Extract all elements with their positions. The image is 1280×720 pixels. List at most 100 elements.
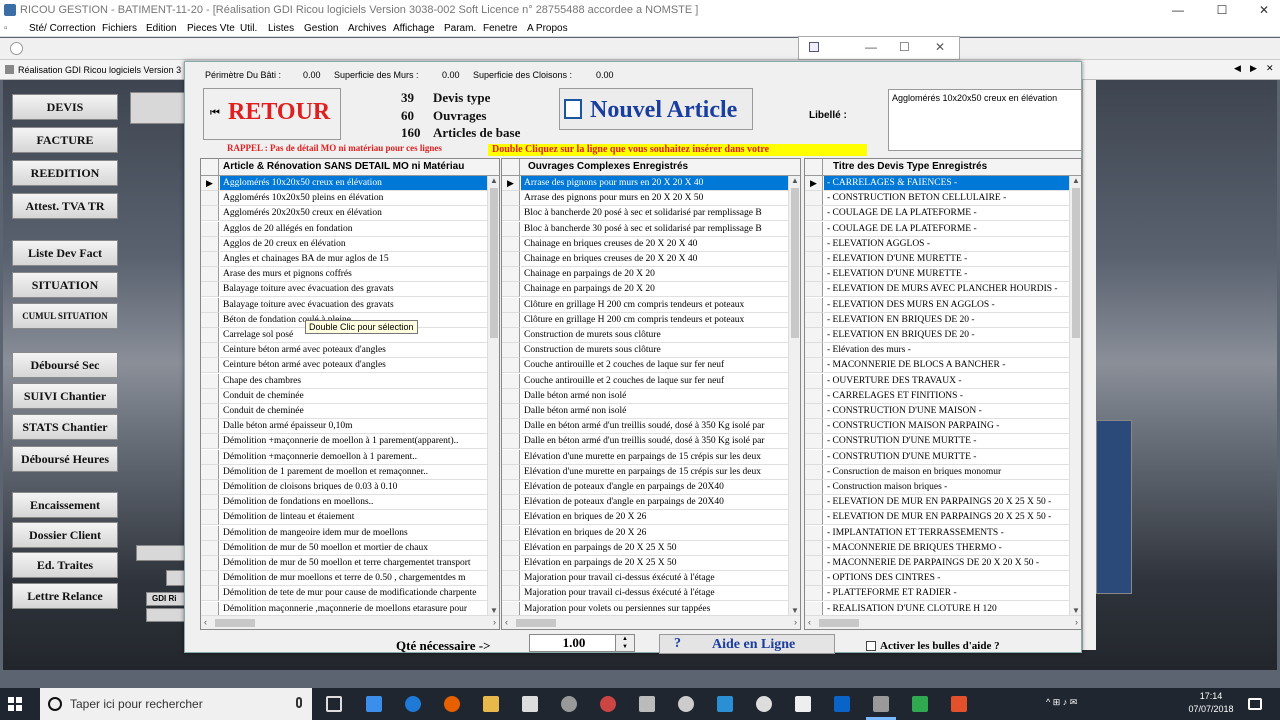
row-indicator[interactable] (502, 373, 520, 389)
row-indicator[interactable] (201, 388, 219, 404)
table-row[interactable]: Majoration pour travail ci-dessus éxécut… (502, 586, 788, 602)
tab-next-icon[interactable]: ▶ (1250, 63, 1257, 74)
table-row[interactable]: Chainage en briques creuses de 20 X 20 X… (502, 252, 788, 267)
table-row[interactable]: - MACONNERIE DE PARPAINGS DE 20 X 20 X 5… (805, 556, 1069, 571)
table-row[interactable]: Démolition de mur de 50 moellon et morti… (201, 540, 487, 556)
outlook-icon[interactable] (834, 696, 850, 712)
table-cell[interactable]: Majoration pour travail ci-dessus éxécut… (521, 586, 788, 602)
table-row[interactable]: - CONSTRUTION D'UNE MURTTE - (805, 434, 1069, 450)
row-indicator[interactable] (201, 510, 219, 526)
menu-fichiers[interactable]: Fichiers (102, 23, 137, 34)
table-cell[interactable]: - CARRELAGES ET FINITIONS - (824, 389, 1069, 404)
table-cell[interactable]: - OPTIONS DES CINTRES - (824, 571, 1069, 587)
menu-fenetre[interactable]: Fenetre (483, 23, 517, 34)
table-row[interactable]: Conduit de cheminée (201, 404, 487, 419)
table-cell[interactable]: Chainage en briques creuses de 20 X 20 X… (521, 252, 788, 267)
row-indicator[interactable] (502, 510, 520, 526)
notification-icon[interactable] (1248, 698, 1262, 710)
row-indicator[interactable] (502, 540, 520, 556)
table-row[interactable]: - ELEVATION DE MUR EN PARPAINGS 20 X 25 … (805, 510, 1069, 526)
table-row[interactable]: Elévation d'une murette en parpaings de … (502, 464, 788, 480)
table-cell[interactable]: - CONSTRUCTION MAISON PARPAING - (824, 419, 1069, 435)
table-cell[interactable]: - ELEVATION DE MURS AVEC PLANCHER HOURDI… (824, 282, 1069, 298)
table-cell[interactable]: Conduit de cheminée (220, 404, 487, 419)
row-indicator[interactable] (201, 571, 219, 587)
table-row[interactable]: Arase des murs et pignons coffrés (201, 267, 487, 283)
edge-icon[interactable] (405, 696, 421, 712)
table-cell[interactable]: Agglomérés 10x20x50 pleins en élévation (220, 191, 487, 207)
table-row[interactable]: Démolition de linteau et étaiement (201, 510, 487, 526)
table-cell[interactable]: - COULAGE DE LA PLATEFORME - (824, 222, 1069, 237)
nouvel-article-button[interactable]: Nouvel Article (559, 88, 753, 130)
table-row[interactable]: Couche antirouille et 2 couches de laque… (502, 373, 788, 389)
row-indicator[interactable] (805, 525, 823, 541)
bulles-aide-toggle[interactable]: Activer les bulles d'aide ? (866, 640, 1000, 652)
table-cell[interactable]: - IMPLANTATION ET TERRASSEMENTS - (824, 526, 1069, 541)
document-tab[interactable]: Réalisation GDI Ricou logiciels Version … (18, 65, 181, 75)
row-indicator[interactable] (201, 495, 219, 511)
table-cell[interactable]: Conduit de cheminée (220, 389, 487, 404)
row-indicator[interactable] (502, 328, 520, 343)
dossier-client-button[interactable]: Dossier Client (12, 522, 118, 548)
taskbar-search[interactable]: Taper ici pour rechercher (40, 688, 312, 720)
qty-spinner[interactable]: ▲ ▼ (615, 634, 635, 652)
table-cell[interactable]: - ELEVATION EN BRIQUES DE 20 - (824, 313, 1069, 328)
close-button[interactable]: ✕ (1254, 2, 1274, 18)
table-cell[interactable]: - PLATTEFORME ET RADIER - (824, 586, 1069, 602)
row-indicator[interactable] (201, 252, 219, 267)
table-row[interactable]: Démolition de cloisons briques de 0.03 à… (201, 480, 487, 495)
row-indicator[interactable] (805, 449, 823, 465)
row-indicator[interactable] (201, 373, 219, 389)
table-cell[interactable]: Balayage toiture avec évacuation des gra… (220, 298, 487, 313)
hidden-button[interactable] (166, 570, 186, 586)
windows-start-icon[interactable] (8, 697, 22, 711)
table-row[interactable]: Conduit de cheminée (201, 388, 487, 404)
row-indicator[interactable] (201, 297, 219, 313)
app-icon[interactable] (366, 696, 382, 712)
row-indicator[interactable] (502, 221, 520, 237)
table-row[interactable]: - MACONNERIE DE BRIQUES THERMO - (805, 540, 1069, 556)
row-selector-icon[interactable]: ▶ (201, 176, 219, 191)
row-indicator[interactable] (201, 480, 219, 495)
row-indicator[interactable] (502, 252, 520, 267)
row-indicator[interactable] (201, 419, 219, 435)
table-cell[interactable]: Démolition +maçonnerie de moellon à 1 pa… (220, 434, 487, 450)
task-view-icon[interactable] (326, 696, 342, 712)
row-indicator[interactable] (502, 191, 520, 207)
row-indicator[interactable] (502, 297, 520, 313)
minimize-button[interactable]: — (1168, 2, 1188, 18)
row-indicator[interactable] (201, 312, 219, 328)
table-cell[interactable]: Ceinture béton armé avec poteaux d'angle… (220, 358, 487, 374)
row-indicator[interactable] (805, 404, 823, 419)
table-row[interactable]: Angles et chainages BA de mur aglos de 1… (201, 252, 487, 267)
row-indicator[interactable] (201, 236, 219, 252)
table-cell[interactable]: Dalle béton armé non isolé (521, 389, 788, 404)
table-cell[interactable]: - CONSTRUCTION D'UNE MAISON - (824, 404, 1069, 419)
table-cell[interactable]: - ELEVATION DES MURS EN AGGLOS - (824, 298, 1069, 313)
table-cell[interactable]: Construction de murets sous clôture (521, 343, 788, 359)
row-indicator[interactable] (502, 404, 520, 419)
table-row[interactable]: - ELEVATION D'UNE MURETTE - (805, 252, 1069, 267)
horizontal-scrollbar[interactable]: ‹ › (502, 615, 800, 629)
table-row[interactable]: - CONSTRUTION D'UNE MURTTE - (805, 449, 1069, 465)
minimize-button[interactable]: — (865, 40, 877, 54)
table-row[interactable]: Chainage en parpaings de 20 X 20 (502, 282, 788, 298)
menu-gestion[interactable]: Gestion (304, 23, 338, 34)
row-indicator[interactable] (805, 540, 823, 556)
table-row[interactable]: Démolition de mur de 50 moellon et terre… (201, 556, 487, 571)
row-indicator[interactable] (201, 328, 219, 343)
maximize-button[interactable]: ☐ (899, 40, 910, 54)
table-row[interactable]: Chape des chambres (201, 373, 487, 389)
row-indicator[interactable] (502, 480, 520, 495)
table-row[interactable]: Démolition de fondations en moellons.. (201, 495, 487, 511)
row-indicator[interactable] (805, 388, 823, 404)
row-indicator[interactable] (502, 282, 520, 298)
row-indicator[interactable] (502, 495, 520, 511)
row-indicator[interactable] (502, 525, 520, 541)
row-indicator[interactable] (201, 404, 219, 419)
row-indicator[interactable] (201, 540, 219, 556)
ricou-gestion-icon[interactable] (873, 696, 889, 712)
row-indicator[interactable] (201, 434, 219, 450)
table-row[interactable]: Dalle béton armé épaisseur 0,10m (201, 419, 487, 435)
table-row[interactable]: - CONSTRUCTION MAISON PARPAING - (805, 419, 1069, 435)
